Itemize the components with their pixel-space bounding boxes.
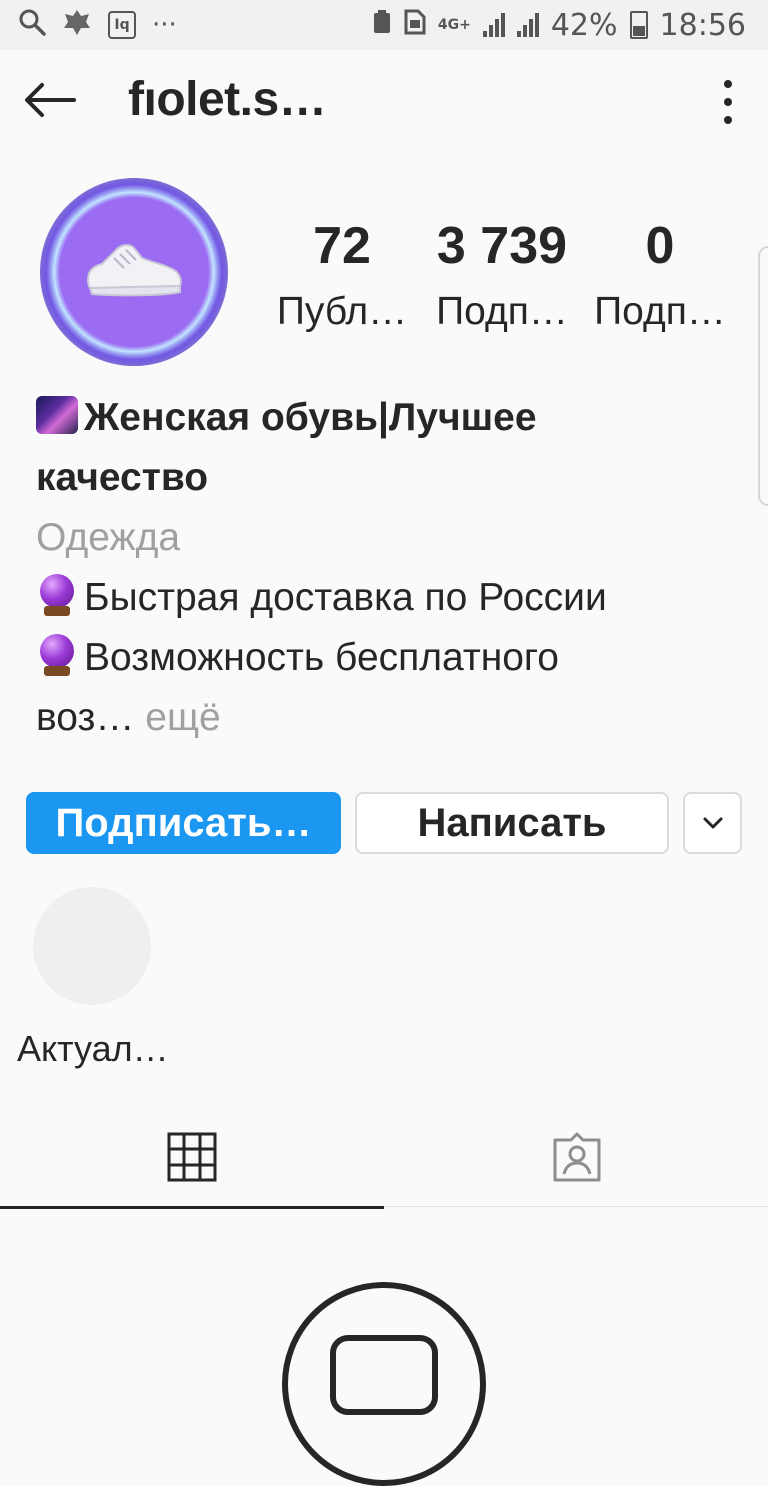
recycle-icon <box>372 8 392 43</box>
camera-icon <box>330 1335 438 1415</box>
posts-label: Публ… <box>276 290 408 333</box>
battery-percent: 42% <box>550 7 618 43</box>
follow-button[interactable]: Подписать… <box>26 792 341 854</box>
bio-title: Женская обувь|Лучшее качество <box>36 396 537 499</box>
grid-icon <box>167 1132 217 1182</box>
profile-header: fıolet.s… <box>0 50 768 154</box>
arrow-left-icon <box>25 83 76 117</box>
bio-line-2: Возможность бесплатного <box>36 628 736 688</box>
bio-line-3: воз… ещё <box>36 696 221 739</box>
profile-bio: Женская обувь|Лучшее качество Одежда Быс… <box>36 388 736 748</box>
posts-count: 72 <box>313 217 371 275</box>
message-button[interactable]: Написать <box>355 792 669 854</box>
followers-count: 3 739 <box>436 217 568 275</box>
dot-icon <box>724 98 732 106</box>
suggestions-dropdown-button[interactable] <box>683 792 742 854</box>
tagged-person-icon <box>553 1132 601 1182</box>
following-count: 0 <box>645 217 675 275</box>
sneaker-icon <box>86 244 182 297</box>
app-notification-icon: Iq <box>108 11 136 39</box>
bio-more-link[interactable]: ещё <box>145 696 220 739</box>
bio-line-1: Быстрая доставка по России <box>36 568 736 628</box>
more-options-button[interactable] <box>716 80 740 124</box>
battery-icon <box>629 11 648 39</box>
more-notifications-icon: ··· <box>152 10 177 40</box>
dot-icon <box>724 116 732 124</box>
edge-panel-handle[interactable] <box>758 246 768 506</box>
status-left-icons: Iq ··· <box>18 8 177 43</box>
tab-tagged[interactable] <box>384 1110 768 1207</box>
status-bar: Iq ··· 4G+ 42% 18:56 <box>0 0 768 50</box>
tab-posts-grid[interactable] <box>0 1110 384 1209</box>
clock: 18:56 <box>659 7 746 43</box>
bio-category: Одежда <box>36 516 181 559</box>
sim-card-icon <box>404 8 426 43</box>
stat-following[interactable]: 0 Подп… <box>590 220 730 334</box>
dot-icon <box>724 80 732 88</box>
profile-username: fıolet.s… <box>128 73 327 126</box>
search-icon <box>18 8 46 43</box>
stat-followers[interactable]: 3 739 Подп… <box>432 220 572 334</box>
crystal-ball-emoji-icon <box>36 634 78 676</box>
highlight-label: Актуал… <box>17 1028 169 1069</box>
signal-icon <box>482 13 505 37</box>
chevron-down-icon <box>703 817 722 829</box>
coat-of-arms-icon <box>62 8 92 43</box>
profile-avatar[interactable] <box>40 178 228 366</box>
galaxy-emoji-icon <box>36 396 78 434</box>
back-button[interactable] <box>22 80 82 124</box>
following-label: Подп… <box>594 290 726 333</box>
followers-label: Подп… <box>436 290 568 333</box>
network-type: 4G+ <box>437 17 471 33</box>
stat-posts[interactable]: 72 Публ… <box>276 220 408 334</box>
highlight-circle[interactable] <box>33 887 151 1005</box>
signal-icon-2 <box>516 13 539 37</box>
status-right-icons: 4G+ 42% 18:56 <box>372 8 746 43</box>
crystal-ball-emoji-icon <box>36 574 78 616</box>
